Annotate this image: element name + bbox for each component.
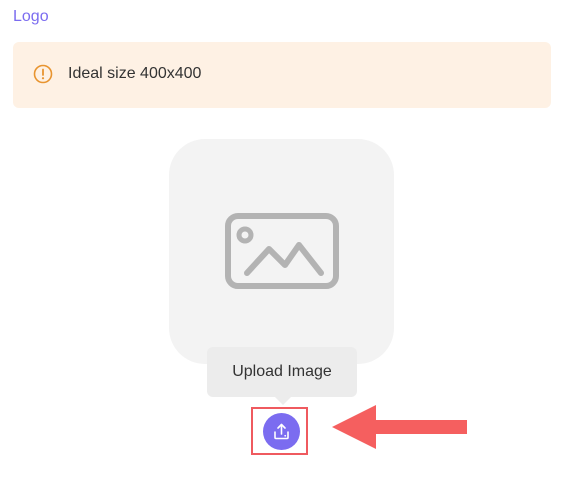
logo-dropzone[interactable] bbox=[169, 139, 394, 364]
alert-circle-icon bbox=[33, 64, 53, 84]
upload-tooltip: Upload Image bbox=[207, 347, 357, 405]
size-notice: Ideal size 400x400 bbox=[13, 42, 551, 108]
notice-text: Ideal size 400x400 bbox=[68, 65, 202, 82]
image-placeholder-icon bbox=[225, 213, 339, 289]
section-label-logo: Logo bbox=[13, 8, 49, 25]
upload-image-button[interactable] bbox=[263, 413, 300, 450]
tooltip-text: Upload Image bbox=[232, 363, 332, 380]
upload-icon bbox=[272, 422, 291, 441]
tooltip-arrow bbox=[275, 397, 291, 405]
logo-upload-panel: Logo Ideal size 400x400 Upload Image bbox=[0, 0, 566, 484]
left-arrow-icon bbox=[330, 402, 468, 452]
